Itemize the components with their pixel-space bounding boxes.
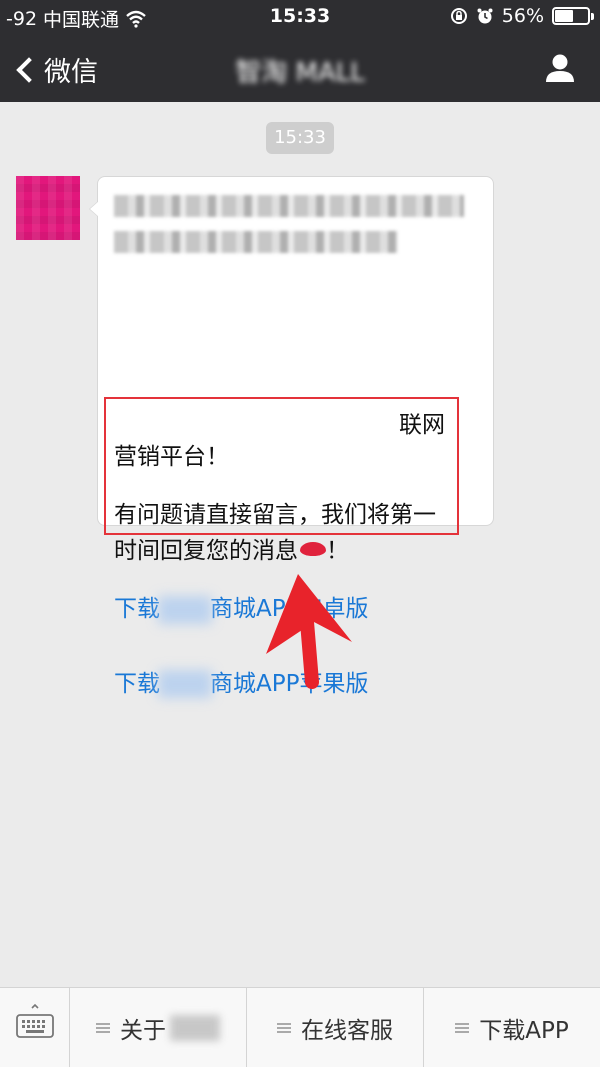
menu-customer-service-button[interactable]: 在线客服 <box>247 988 424 1067</box>
profile-icon[interactable] <box>544 52 576 84</box>
menu-label: 下载APP <box>479 1018 569 1044</box>
menu-download-app-button[interactable]: 下载APP <box>424 988 600 1067</box>
message-line-4: 时间回复您的消息 ！ <box>114 531 349 565</box>
alarm-icon <box>477 8 493 24</box>
status-bar: -92 中国联通 15:33 56% <box>0 0 600 34</box>
battery-fill <box>555 10 573 22</box>
message-timestamp: 15:33 <box>266 122 334 154</box>
link-prefix: 下载 <box>114 596 160 622</box>
highlight-box <box>104 397 459 535</box>
chat-title: 智淘 MALL <box>0 52 600 89</box>
menu-lines-icon <box>96 1023 110 1033</box>
message-line-4-end: ！ <box>326 538 349 564</box>
rotation-lock-icon <box>450 8 467 24</box>
message-line-4-text: 时间回复您的消息 <box>114 538 298 564</box>
battery-icon <box>552 7 594 25</box>
menu-label: 在线客服 <box>301 1018 393 1044</box>
link-prefix: 下载 <box>114 670 160 697</box>
avatar[interactable] <box>16 176 80 240</box>
status-right: 56% <box>450 5 594 27</box>
lips-emoji-icon <box>300 542 326 556</box>
menu-lines-icon <box>455 1023 470 1033</box>
blurred-text <box>114 195 476 267</box>
nav-bar: 微信 智淘 MALL <box>0 34 600 102</box>
menu-about-button[interactable]: 关于 <box>70 988 247 1067</box>
keyboard-toggle-button[interactable] <box>0 988 70 1067</box>
bottom-toolbar: 关于 在线客服 下载APP <box>0 987 600 1067</box>
menu-lines-icon <box>277 1023 291 1033</box>
red-arrow-icon <box>266 574 352 689</box>
menu-label: 关于 <box>120 1018 166 1044</box>
chat-title-text: 智淘 MALL <box>235 58 365 88</box>
battery-percent: 56% <box>501 5 544 27</box>
keyboard-icon <box>16 1003 54 1038</box>
